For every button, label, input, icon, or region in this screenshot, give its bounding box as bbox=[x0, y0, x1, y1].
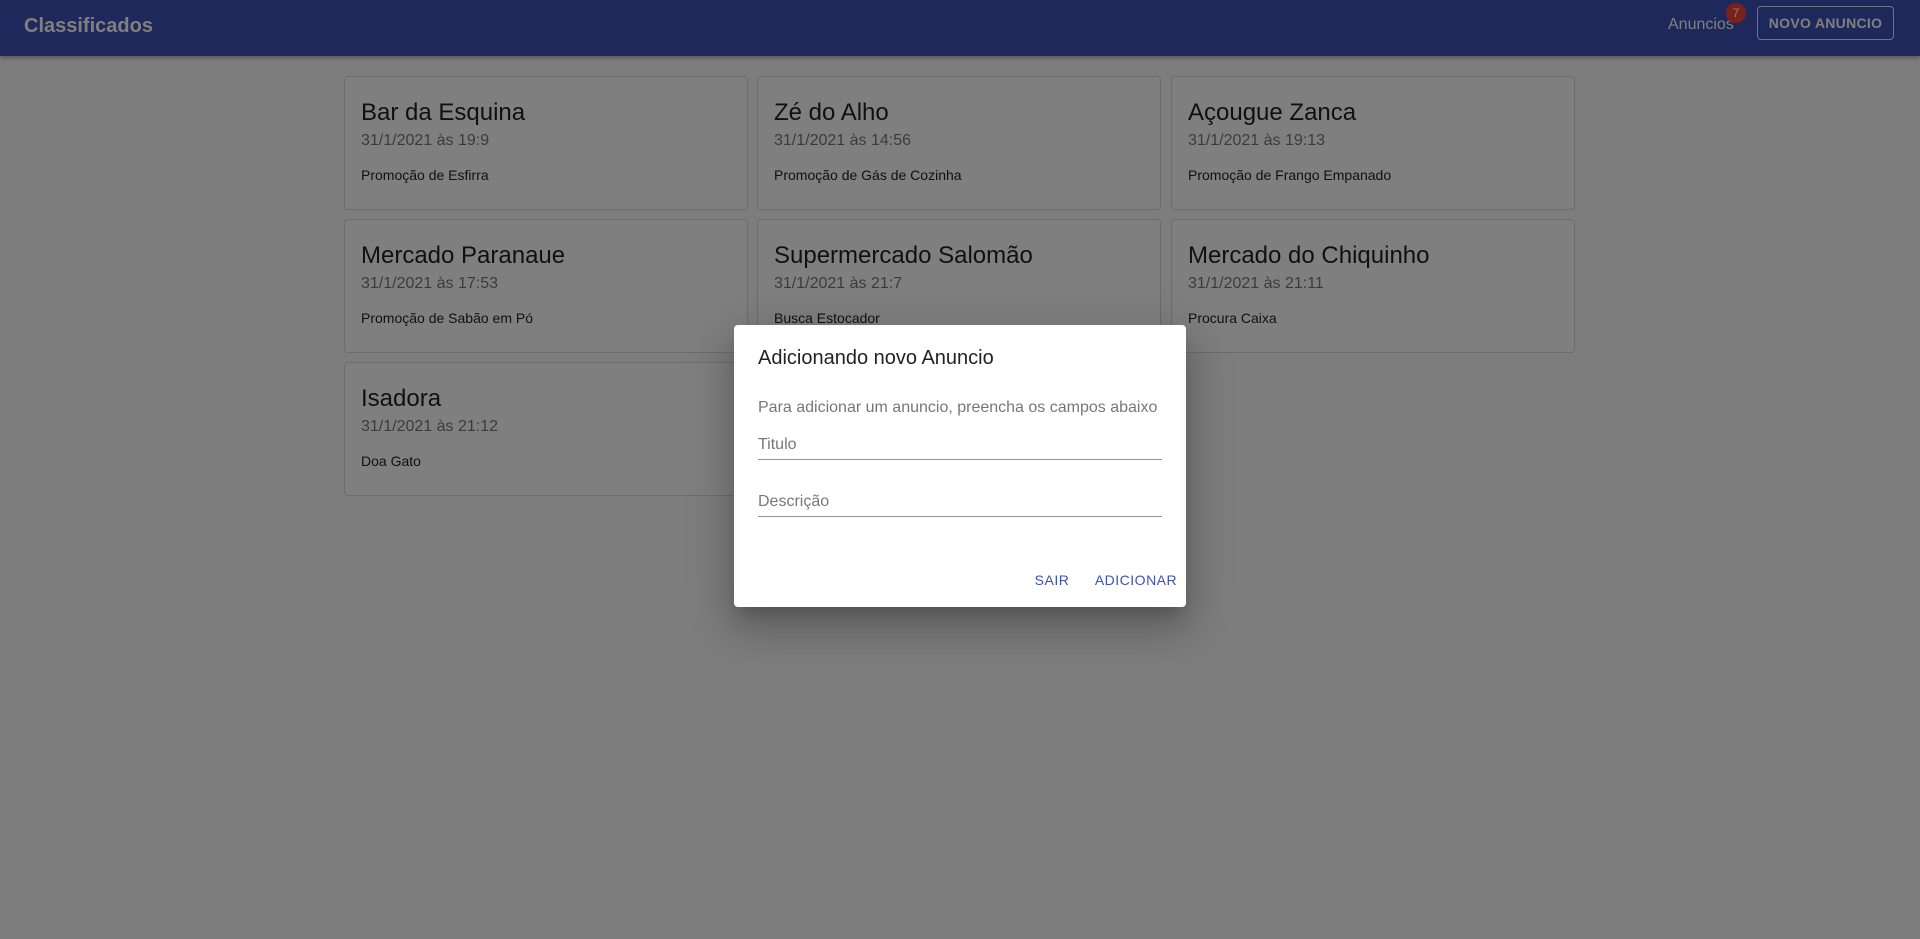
new-ad-dialog: Adicionando novo Anuncio Para adicionar … bbox=[734, 325, 1186, 607]
description-field bbox=[758, 482, 1162, 517]
description-input[interactable] bbox=[758, 490, 1162, 514]
dialog-instructions: Para adicionar um anuncio, preencha os c… bbox=[758, 399, 1158, 416]
add-button[interactable]: ADICIONAR bbox=[1092, 562, 1180, 598]
title-field bbox=[758, 425, 1162, 460]
cancel-button[interactable]: SAIR bbox=[1020, 562, 1084, 598]
dialog-title: Adicionando novo Anuncio bbox=[758, 347, 994, 369]
title-input[interactable] bbox=[758, 433, 1162, 457]
